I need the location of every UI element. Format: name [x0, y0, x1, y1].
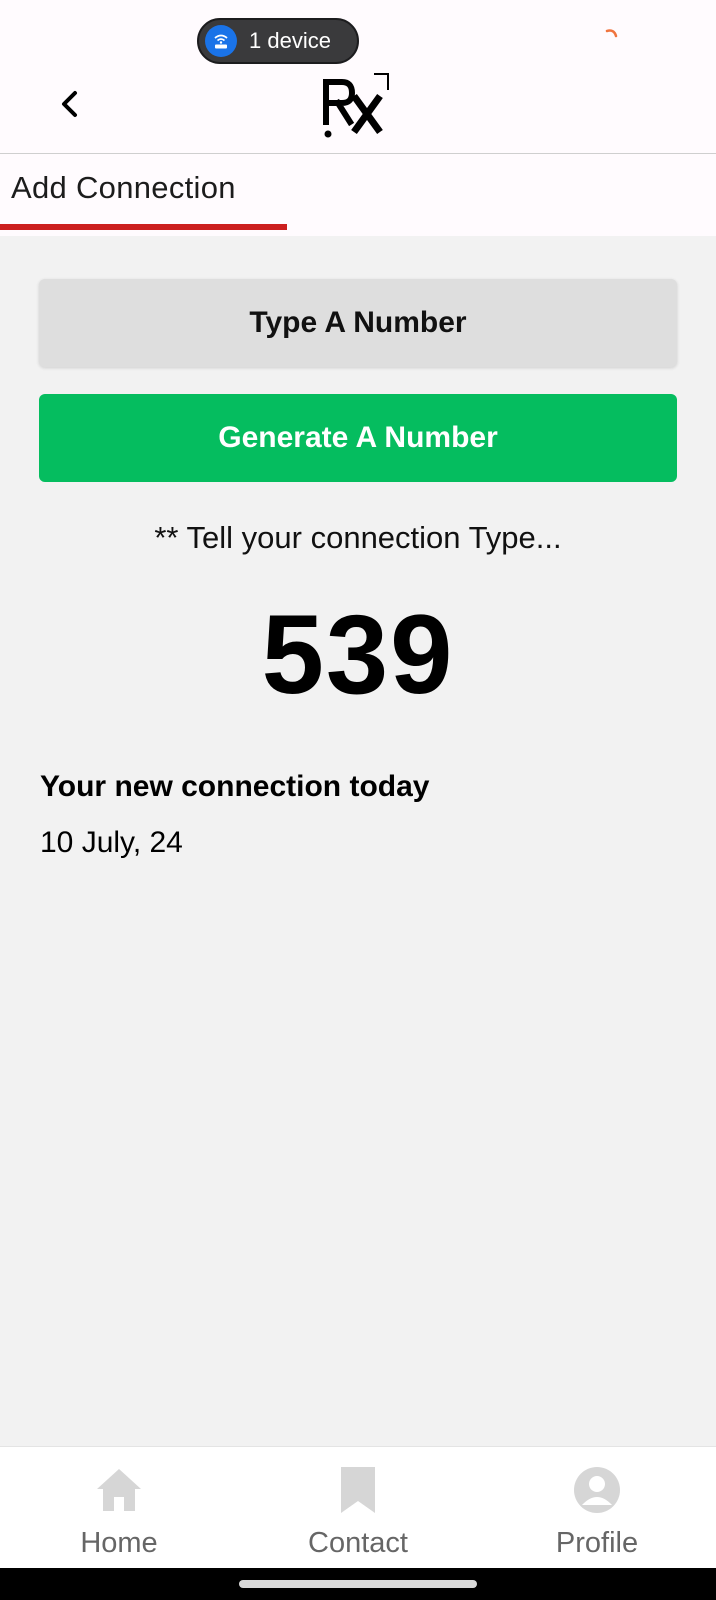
active-tab-indicator: [0, 224, 287, 230]
user-avatar-icon: [574, 1467, 620, 1513]
chevron-left-icon: [62, 91, 77, 117]
system-gesture-bar: [0, 1568, 716, 1600]
tab-bar: Add Connection: [0, 154, 716, 236]
connected-devices-pill[interactable]: 1 device: [197, 18, 359, 64]
connection-date: 10 July, 24: [40, 826, 183, 859]
status-bar: 1 device: [0, 0, 716, 66]
back-button[interactable]: [50, 84, 90, 124]
type-number-button[interactable]: Type A Number: [39, 279, 677, 367]
bookmark-icon: [341, 1467, 375, 1513]
app-header: [0, 66, 716, 154]
tab-label: Add Connection: [11, 170, 236, 205]
rx-logo: [323, 73, 389, 138]
nav-contact[interactable]: Contact: [239, 1447, 477, 1569]
bottom-navigation: Home Contact Profile: [0, 1446, 716, 1568]
connection-hint: ** Tell your connection Type...: [154, 520, 562, 555]
gesture-handle[interactable]: [239, 1580, 477, 1588]
generate-number-button[interactable]: Generate A Number: [39, 394, 677, 482]
nav-profile-label: Profile: [555, 1527, 639, 1559]
device-count-label: 1 device: [249, 28, 331, 53]
loading-spinner-icon: [605, 29, 618, 38]
nav-home-label: Home: [80, 1527, 158, 1559]
nav-profile[interactable]: Profile: [478, 1447, 716, 1569]
connection-title: Your new connection today: [40, 770, 430, 803]
nav-contact-label: Contact: [308, 1527, 408, 1559]
home-icon: [97, 1469, 141, 1511]
tab-add-connection[interactable]: Add Connection: [0, 154, 287, 236]
generated-number: 539: [261, 592, 455, 717]
nav-home[interactable]: Home: [0, 1447, 238, 1569]
wifi-router-icon: [205, 25, 237, 57]
